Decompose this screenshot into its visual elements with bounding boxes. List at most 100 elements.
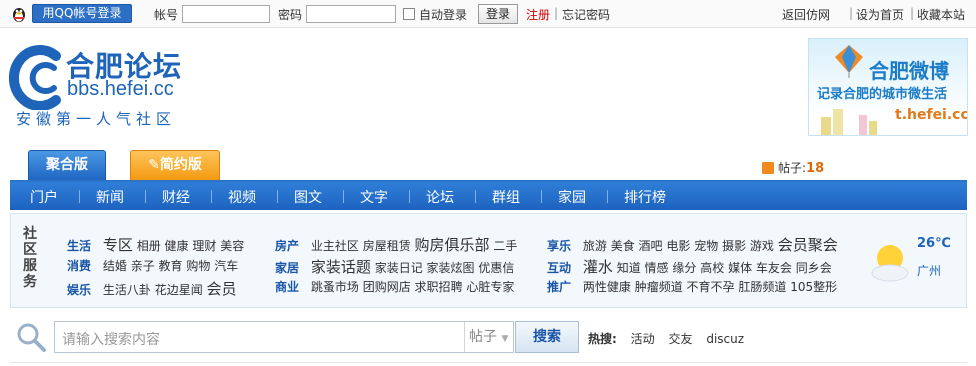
category-home[interactable]: 家居 [275,261,299,275]
hot-search-item[interactable]: 活动 [631,332,655,346]
account-input[interactable] [182,5,270,23]
link[interactable]: 灌水 [583,258,613,276]
link[interactable]: 知道 [617,261,641,275]
main-nav: 门户 新闻 财经 视频 图文 文字 论坛 群组 家园 排行榜 [10,182,967,210]
link[interactable]: 团购网店 [363,280,411,294]
link[interactable]: 心脏专家 [466,280,514,294]
link[interactable]: 媒体 [728,261,752,275]
nav-item-picture[interactable]: 图文 [294,187,322,207]
link[interactable]: 购物 [186,259,210,273]
auto-login-checkbox[interactable] [403,8,415,20]
category-interaction[interactable]: 互动 [547,261,571,275]
nav-separator [343,190,344,203]
category-promotion[interactable]: 推广 [547,280,571,294]
search-button[interactable]: 搜索 [515,321,579,353]
password-input[interactable] [306,5,396,23]
link[interactable]: 高校 [700,261,724,275]
link[interactable]: 家装日记 [375,261,423,275]
link[interactable]: 房屋租赁 [363,239,411,253]
community-row: 娱乐 生活八卦 花边星闻 会员 [67,278,237,299]
link[interactable]: 肛肠频道 [738,280,786,294]
link[interactable]: 会员聚会 [778,236,838,254]
link[interactable]: 同乡会 [796,261,832,275]
link[interactable]: 教育 [159,259,183,273]
nav-separator [607,190,608,203]
link[interactable]: 美食 [611,239,635,253]
link[interactable]: 缘分 [672,261,696,275]
hot-search-item[interactable]: discuz [706,332,744,346]
weather-city[interactable]: 广州 [917,262,941,279]
category-life[interactable]: 生活 [67,239,91,253]
link[interactable]: 105整形 [790,280,837,294]
category-entertainment[interactable]: 娱乐 [67,283,91,297]
link[interactable]: 宠物 [694,239,718,253]
nav-item-groups[interactable]: 群组 [492,187,520,207]
link[interactable]: 两性健康 [583,280,631,294]
community-row: 推广 两性健康 肿瘤频道 不育不孕 肛肠频道 105整形 [547,278,837,295]
link[interactable]: 汽车 [214,259,238,273]
community-services: 社区服务 生活 专区 相册 健康 理财 美容 消费 结婚 亲子 教育 购物 汽车… [10,213,967,308]
link[interactable]: 跳蚤市场 [311,280,359,294]
link[interactable]: 业主社区 [311,239,359,253]
link[interactable]: 车友会 [756,261,792,275]
category-realestate[interactable]: 房产 [275,239,299,253]
link[interactable]: 家装炫图 [427,261,475,275]
link[interactable]: 结婚 [103,259,127,273]
tab-aggregate[interactable]: 聚合版 [28,150,106,181]
link[interactable]: 酒吧 [639,239,663,253]
nav-item-ranking[interactable]: 排行榜 [624,187,666,207]
link[interactable]: 会员 [207,280,237,298]
post-count-label: 帖子: [778,161,807,175]
link[interactable]: 花边星闻 [155,283,203,297]
community-row: 消费 结婚 亲子 教育 购物 汽车 [67,257,238,274]
logo-slogan: 安徽第一人气社区 [16,110,177,128]
nav-item-home[interactable]: 家园 [558,187,586,207]
link[interactable]: 电影 [666,239,690,253]
logo-url: bbs.hefei.cc [67,78,174,100]
search-type-select[interactable]: 帖子 ▼ [464,322,514,352]
link[interactable]: 亲子 [131,259,155,273]
nav-item-text[interactable]: 文字 [360,187,388,207]
nav-separator [79,190,80,203]
link[interactable]: 专区 [103,236,133,254]
nav-item-portal[interactable]: 门户 [30,187,58,207]
set-homepage-link[interactable]: 设为首页 [856,6,904,23]
link[interactable]: 不育不孕 [687,280,735,294]
tab-simple[interactable]: ✎简约版 [130,150,220,181]
logo-c-icon [8,45,61,110]
forgot-password-link[interactable]: 忘记密码 [562,6,610,23]
login-button[interactable]: 登录 [478,4,518,24]
nav-item-forum[interactable]: 论坛 [426,187,454,207]
link[interactable]: 二手 [493,239,517,253]
community-row: 商业 跳蚤市场 团购网店 求职招聘 心脏专家 [275,278,514,295]
link[interactable]: 求职招聘 [415,280,463,294]
category-leisure[interactable]: 享乐 [547,239,571,253]
link[interactable]: 旅游 [583,239,607,253]
nav-item-finance[interactable]: 财经 [162,187,190,207]
link[interactable]: 理财 [192,239,216,253]
category-consumer[interactable]: 消费 [67,259,91,273]
link[interactable]: 优惠信 [478,261,514,275]
link[interactable]: 摄影 [722,239,746,253]
weibo-banner[interactable]: 合肥微博 记录合肥的城市微生活 t.hefei.cc [808,38,968,136]
hot-search-item[interactable]: 交友 [668,332,692,346]
link[interactable]: 生活八卦 [103,283,151,297]
community-side-title: 社区服务 [23,226,37,290]
link[interactable]: 健康 [165,239,189,253]
link[interactable]: 游戏 [750,239,774,253]
link[interactable]: 美容 [220,239,244,253]
category-business[interactable]: 商业 [275,280,299,294]
bookmark-link[interactable]: 收藏本站 [917,6,965,23]
link[interactable]: 情感 [645,261,669,275]
register-link[interactable]: 注册 [526,6,550,23]
link[interactable]: 家装话题 [311,258,371,276]
nav-item-video[interactable]: 视频 [228,187,256,207]
qq-login-button[interactable]: 用QQ帐号登录 [32,4,132,23]
community-row: 家居 家装话题 家装日记 家装炫图 优惠信 [275,256,514,277]
link[interactable]: 相册 [137,239,161,253]
password-label: 密码 [278,8,303,22]
back-home-link[interactable]: 返回仿网 [782,6,830,23]
link[interactable]: 肿瘤频道 [635,280,683,294]
link[interactable]: 购房俱乐部 [415,236,490,254]
nav-item-news[interactable]: 新闻 [96,187,124,207]
